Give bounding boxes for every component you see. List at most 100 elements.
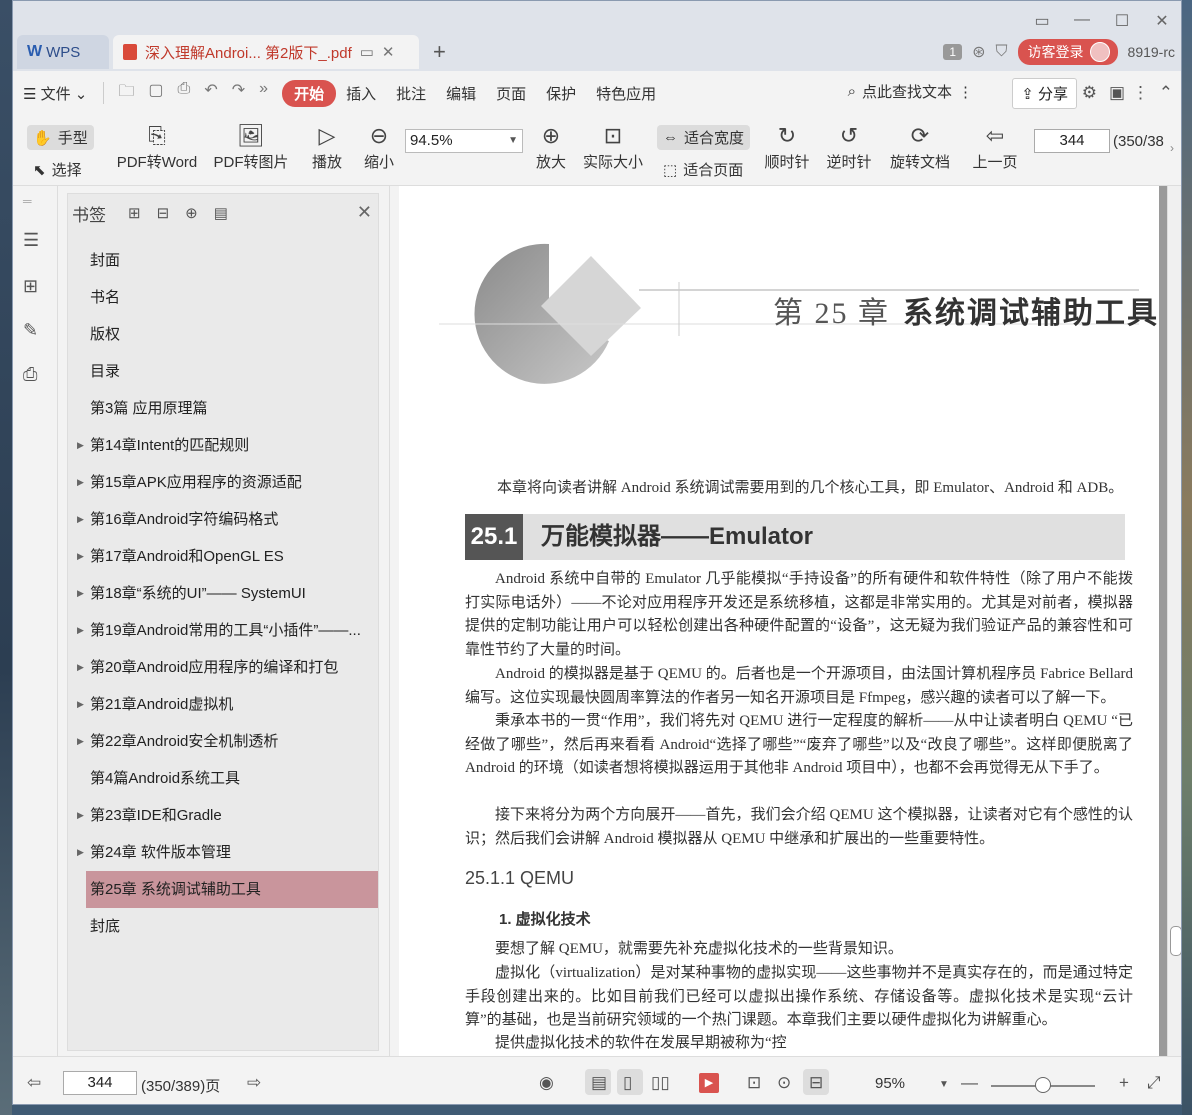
zoom-in-button[interactable]: ⊕ 放大 (533, 121, 569, 172)
guest-login-button[interactable]: 访客登录 (1017, 39, 1118, 65)
bookmark-item[interactable]: ▶ 第20章Android应用程序的编译和打包 (68, 649, 378, 686)
restore-small-icon[interactable]: ▭ (1031, 11, 1053, 31)
hand-tool-button[interactable]: ✋ 手型 (27, 125, 94, 150)
bookmark-settings-icon[interactable]: ▤ (214, 204, 228, 222)
bookmark-item[interactable]: ▶ 第21章Android虚拟机 (68, 686, 378, 723)
annotation-icon[interactable]: ✎ (23, 320, 38, 341)
collapse-all-icon[interactable]: ⊟ (157, 204, 170, 222)
minimize-icon[interactable]: — (1071, 11, 1093, 31)
fit-page-button[interactable]: ⬚ 适合页面 (663, 159, 743, 180)
gear-icon[interactable]: ⚙ (1082, 83, 1097, 103)
rotate-document-button[interactable]: ⟳ 旋转文档 (887, 121, 953, 172)
rotate-counter-button[interactable]: ↺ 逆时针 (823, 121, 875, 172)
fit-page-small-icon[interactable]: ⊙ (777, 1073, 791, 1093)
thumbnail-icon[interactable]: ⊞ (23, 276, 38, 297)
kebab-icon[interactable]: ⋮ (958, 83, 973, 101)
zoom-minus-icon[interactable]: — (961, 1073, 978, 1093)
actual-size-small-icon[interactable]: ⊡ (747, 1073, 761, 1093)
menu-edit[interactable]: 编辑 (436, 83, 486, 104)
menu-annotate[interactable]: 批注 (386, 83, 436, 104)
redo-icon[interactable]: ↷ (232, 80, 245, 107)
bookmark-item[interactable]: 第4篇Android系统工具 (68, 760, 378, 797)
bookmark-item[interactable]: 版权 (68, 316, 378, 353)
expand-triangle-icon[interactable]: ▶ (77, 686, 84, 723)
document-view[interactable]: 第 25 章 系统调试辅助工具 本章将向读者讲解 Android 系统调试需要用… (399, 186, 1167, 1056)
drag-handle-icon[interactable]: ═ (23, 194, 32, 208)
zoom-plus-icon[interactable]: + (1119, 1073, 1129, 1093)
more-vertical-icon[interactable]: ⋮ (1132, 83, 1149, 103)
menu-protect[interactable]: 保护 (536, 83, 586, 104)
bookmark-item-selected[interactable]: ▶第25章 系统调试辅助工具 (86, 871, 378, 908)
close-icon[interactable]: ✕ (1151, 11, 1173, 31)
prev-page-icon[interactable]: ⇦ (27, 1073, 41, 1093)
fit-width-button[interactable]: ⇔ 适合宽度 (657, 125, 751, 150)
shirt-icon[interactable]: ⛉ (996, 43, 1008, 61)
bookmark-item[interactable]: 封底 (68, 908, 378, 945)
bookmark-item[interactable]: 封面 (68, 242, 378, 279)
more-icon[interactable]: » (259, 80, 268, 107)
bookmark-item[interactable]: 目录 (68, 353, 378, 390)
menu-start[interactable]: 开始 (282, 79, 337, 107)
save-icon[interactable]: ▢ (148, 80, 163, 107)
bookmark-item[interactable]: ▶ 第23章IDE和Gradle (68, 797, 378, 834)
zoom-select[interactable]: 94.5% ▼ (405, 129, 523, 153)
window-count-badge[interactable]: 1 (943, 44, 963, 60)
file-menu[interactable]: ☰ 文件 ⌄ (13, 83, 97, 104)
bookmark-item[interactable]: 书名 (68, 279, 378, 316)
bookmark-item[interactable]: ▶ 第24章 软件版本管理 (68, 834, 378, 871)
menu-insert[interactable]: 插入 (336, 83, 386, 104)
comment-icon[interactable]: ▣ (1109, 83, 1125, 103)
vertical-scrollbar[interactable] (1167, 186, 1181, 1056)
bookmark-item[interactable]: ▶ 第16章Android字符编码格式 (68, 501, 378, 538)
bookmark-item[interactable]: 第3篇 应用原理篇 (68, 390, 378, 427)
double-page-icon[interactable]: ▯▯ (651, 1073, 670, 1093)
expand-triangle-icon[interactable]: ▶ (77, 649, 84, 686)
tab-document[interactable]: 深入理解Androi... 第2版下_.pdf ▭ ✕ (113, 35, 419, 69)
tab-wps-home[interactable]: W WPS (17, 35, 109, 69)
bookmark-item[interactable]: ▶ 第15章APK应用程序的资源适配 (68, 464, 378, 501)
expand-triangle-icon[interactable]: ▶ (77, 612, 84, 649)
zoom-slider-handle[interactable] (1035, 1077, 1051, 1093)
play-button[interactable]: ▷ 播放 (307, 121, 347, 172)
actual-size-button[interactable]: ⊡ 实际大小 (581, 121, 645, 172)
expand-triangle-icon[interactable]: ▶ (77, 797, 84, 834)
bookmark-item[interactable]: ▶ 第17章Android和OpenGL ES (68, 538, 378, 575)
panel-close-icon[interactable]: ✕ (357, 202, 372, 223)
print-icon[interactable]: ⎙ (178, 80, 191, 107)
status-zoom-value[interactable]: 95% (875, 1075, 905, 1092)
expand-all-icon[interactable]: ⊞ (128, 204, 141, 222)
bookmark-item[interactable]: ▶ 第14章Intent的匹配规则 (68, 427, 378, 464)
tab-close-icon[interactable]: ✕ (382, 43, 395, 61)
expand-triangle-icon[interactable]: ▶ (77, 834, 84, 871)
fullscreen-icon[interactable]: ⤢ (1147, 1073, 1161, 1093)
monitor-icon[interactable]: ▭ (360, 43, 374, 61)
toolbar-scroll-right-icon[interactable]: › (1170, 141, 1174, 155)
undo-icon[interactable]: ↶ (204, 80, 217, 107)
slideshow-play-icon[interactable]: ▶ (699, 1073, 719, 1093)
bookmark-item[interactable]: ▶ 第19章Android常用的工具“小插件”——... (68, 612, 378, 649)
expand-triangle-icon[interactable]: ▶ (77, 501, 84, 538)
find-text-button[interactable]: ⌕ 点此查找文本 ⋮ (848, 81, 973, 102)
status-page-input[interactable]: 344 (63, 1071, 137, 1095)
pdf-to-word-button[interactable]: ⎘ PDF转Word (113, 121, 201, 172)
pdf-to-image-button[interactable]: 🖼 PDF转图片 (213, 121, 289, 172)
select-tool-button[interactable]: ⬉ 选择 (33, 159, 82, 180)
bookmark-item[interactable]: ▶ 第18章“系统的UI”—— SystemUI (68, 575, 378, 612)
prev-page-button[interactable]: ⇦ 上一页 (969, 121, 1021, 172)
zoom-out-button[interactable]: ⊖ 缩小 (359, 121, 399, 172)
expand-triangle-icon[interactable]: ▶ (77, 464, 84, 501)
rotate-clockwise-button[interactable]: ↻ 顺时针 (761, 121, 813, 172)
skin-icon[interactable]: ⊛ (972, 42, 985, 62)
new-tab-icon[interactable]: + (433, 39, 446, 65)
share-button[interactable]: ⇪ 分享 (1012, 78, 1077, 109)
scrollbar-thumb[interactable] (1170, 926, 1181, 956)
outline-icon[interactable]: ☰ (23, 230, 39, 251)
maximize-icon[interactable]: ☐ (1111, 11, 1133, 31)
bookmark-item[interactable]: ▶ 第22章Android安全机制透析 (68, 723, 378, 760)
expand-triangle-icon[interactable]: ▶ (77, 575, 84, 612)
collapse-ribbon-icon[interactable]: ⌃ (1159, 83, 1173, 103)
add-bookmark-icon[interactable]: ⊕ (185, 204, 198, 222)
open-folder-icon[interactable]: 🗀 (118, 80, 134, 107)
expand-triangle-icon[interactable]: ▶ (77, 723, 84, 760)
expand-triangle-icon[interactable]: ▶ (77, 427, 84, 464)
